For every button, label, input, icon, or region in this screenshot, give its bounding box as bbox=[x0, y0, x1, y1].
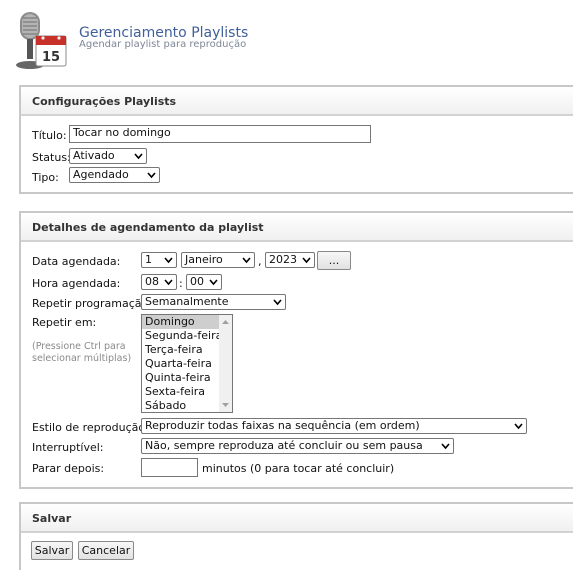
title-input[interactable]: Tocar no domingo bbox=[69, 125, 371, 143]
year-value: 2023 bbox=[269, 253, 297, 266]
logo-day: 15 bbox=[42, 50, 60, 65]
repeat-select[interactable]: Semanalmente bbox=[141, 294, 286, 310]
interrupt-value: Não, sempre reproduza até concluir ou se… bbox=[145, 439, 423, 452]
repeat-value: Semanalmente bbox=[145, 295, 229, 308]
minute-value: 00 bbox=[190, 275, 204, 288]
chevron-down-icon bbox=[209, 279, 218, 286]
status-label: Status: bbox=[32, 151, 71, 164]
type-select[interactable]: Agendado bbox=[69, 167, 160, 183]
type-value: Agendado bbox=[73, 168, 129, 181]
chevron-down-icon bbox=[147, 172, 156, 179]
save-heading: Salvar bbox=[21, 504, 573, 533]
month-select[interactable]: Janeiro bbox=[181, 252, 255, 268]
day-select[interactable]: 1 bbox=[141, 252, 177, 268]
schedule-heading: Detalhes de agendamento da playlist bbox=[21, 213, 573, 242]
scroll-down-icon[interactable] bbox=[221, 402, 230, 408]
date-comma: , bbox=[258, 255, 262, 268]
page-header: 15 Gerenciamento Playlists Agendar playl… bbox=[0, 0, 573, 80]
save-button[interactable]: Salvar bbox=[31, 541, 73, 560]
stop-label: Parar depois: bbox=[32, 462, 105, 475]
time-label: Hora agendada: bbox=[32, 277, 121, 290]
status-select[interactable]: Ativado bbox=[69, 148, 147, 164]
repeat-label: Repetir programação: bbox=[32, 297, 152, 310]
status-value: Ativado bbox=[73, 149, 115, 162]
scroll-up-icon[interactable] bbox=[221, 319, 230, 325]
style-value: Reproduzir todas faixas na sequência (em… bbox=[145, 419, 420, 432]
stop-minutes-input[interactable] bbox=[141, 458, 198, 477]
stop-suffix: minutos (0 para tocar até concluir) bbox=[202, 462, 395, 475]
chevron-down-icon bbox=[242, 257, 251, 264]
config-heading: Configurações Playlists bbox=[21, 87, 573, 116]
chevron-down-icon bbox=[514, 423, 523, 430]
repeat-on-label: Repetir em: bbox=[32, 316, 97, 329]
listbox-scrollbar[interactable] bbox=[219, 315, 232, 412]
style-select[interactable]: Reproduzir todas faixas na sequência (em… bbox=[141, 418, 527, 434]
chevron-down-icon bbox=[164, 279, 173, 286]
chevron-down-icon bbox=[441, 443, 450, 450]
hour-value: 08 bbox=[145, 275, 159, 288]
type-label: Tipo: bbox=[32, 171, 59, 184]
chevron-down-icon bbox=[273, 299, 282, 306]
hour-select[interactable]: 08 bbox=[141, 274, 177, 290]
weekday-listbox[interactable]: Domingo Segunda-feira Terça-feira Quarta… bbox=[141, 314, 233, 413]
chevron-down-icon bbox=[164, 257, 173, 264]
minute-select[interactable]: 00 bbox=[186, 274, 222, 290]
calendar-button[interactable]: ... bbox=[317, 251, 351, 270]
microphone-calendar-icon: 15 bbox=[16, 12, 67, 69]
chevron-down-icon bbox=[302, 257, 311, 264]
date-label: Data agendada: bbox=[32, 255, 121, 268]
style-label: Estilo de reprodução: bbox=[32, 421, 149, 434]
multi-select-hint: (Pressione Ctrl para selecionar múltipla… bbox=[32, 341, 132, 364]
interrupt-select[interactable]: Não, sempre reproduza até concluir ou se… bbox=[141, 438, 454, 454]
cancel-button[interactable]: Cancelar bbox=[78, 541, 134, 560]
schedule-panel: Detalhes de agendamento da playlist Data… bbox=[19, 211, 573, 489]
time-colon: : bbox=[179, 277, 183, 290]
title-label: Título: bbox=[32, 129, 67, 142]
page-subtitle: Agendar playlist para reprodução bbox=[79, 39, 247, 50]
day-value: 1 bbox=[145, 253, 152, 266]
interrupt-label: Interruptível: bbox=[32, 441, 104, 454]
month-value: Janeiro bbox=[185, 253, 223, 266]
save-panel: Salvar Salvar Cancelar bbox=[19, 502, 573, 570]
chevron-down-icon bbox=[134, 153, 143, 160]
config-panel: Configurações Playlists Título: Tocar no… bbox=[19, 85, 573, 194]
year-select[interactable]: 2023 bbox=[265, 252, 315, 268]
